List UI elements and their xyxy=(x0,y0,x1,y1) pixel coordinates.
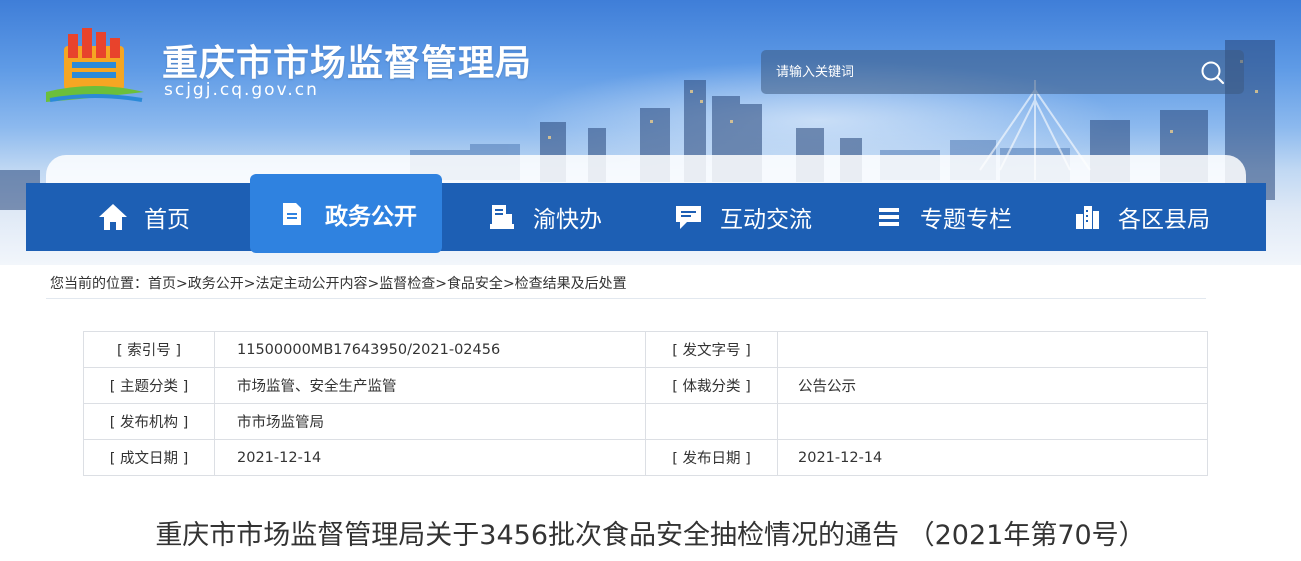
info-key: [ 发布机构 ] xyxy=(83,403,215,440)
nav-item-yukuaiban[interactable]: 渝快办 xyxy=(485,183,602,251)
breadcrumb-link-food-safety[interactable]: 食品安全 xyxy=(447,276,503,292)
nav-item-label: 各区县局 xyxy=(1118,207,1210,233)
table-row: [ 发布机构 ] 市市场监管局 xyxy=(83,403,1208,440)
nav-item-districts[interactable]: 各区县局 xyxy=(1070,183,1210,251)
info-value: 11500000MB17643950/2021-02456 xyxy=(214,331,646,368)
breadcrumb-separator: > xyxy=(435,276,447,292)
info-key: [ 成文日期 ] xyxy=(83,439,215,476)
nav-item-interaction[interactable]: 互动交流 xyxy=(672,183,812,251)
nav-item-label: 专题专栏 xyxy=(920,207,1012,233)
breadcrumb-divider xyxy=(46,298,1206,299)
buildings-icon xyxy=(1070,200,1104,234)
nav-item-topics[interactable]: 专题专栏 xyxy=(872,183,1012,251)
site-domain: scjgj.cq.gov.cn xyxy=(164,80,319,100)
info-key: [ 主题分类 ] xyxy=(83,367,215,404)
document-info-table: [ 索引号 ] 11500000MB17643950/2021-02456 [ … xyxy=(83,331,1208,476)
info-value: 市场监管、安全生产监管 xyxy=(214,367,646,404)
info-value: 市市场监管局 xyxy=(214,403,646,440)
search-box xyxy=(761,50,1244,94)
home-icon xyxy=(96,200,130,234)
search-input[interactable] xyxy=(761,50,1191,94)
breadcrumb-separator: > xyxy=(176,276,188,292)
info-value: 2021-12-14 xyxy=(777,439,1208,476)
document-icon xyxy=(275,197,309,231)
info-key: [ 发布日期 ] xyxy=(645,439,778,476)
nav-item-label: 渝快办 xyxy=(533,207,602,233)
chat-icon xyxy=(672,200,706,234)
info-value: 公告公示 xyxy=(777,367,1208,404)
site-title[interactable]: 重庆市市场监督管理局 xyxy=(162,34,532,86)
table-row: [ 索引号 ] 11500000MB17643950/2021-02456 [ … xyxy=(83,331,1208,368)
breadcrumb-link-home[interactable]: 首页 xyxy=(148,276,176,292)
table-row: [ 主题分类 ] 市场监管、安全生产监管 [ 体裁分类 ] 公告公示 xyxy=(83,367,1208,404)
nav-item-label: 政务公开 xyxy=(325,203,417,230)
breadcrumb-prefix: 您当前的位置： xyxy=(50,276,148,292)
info-value: 2021-12-14 xyxy=(214,439,646,476)
nav-item-gov-affairs[interactable]: 政务公开 xyxy=(250,174,442,253)
article-title: 重庆市市场监督管理局关于3456批次食品安全抽检情况的通告 （2021年第70号… xyxy=(155,520,1146,551)
info-value xyxy=(777,331,1208,368)
nav-item-label: 互动交流 xyxy=(720,207,812,233)
info-key xyxy=(645,403,778,440)
breadcrumb-link-supervision[interactable]: 监督检查 xyxy=(379,276,435,292)
info-key: [ 体裁分类 ] xyxy=(645,367,778,404)
breadcrumb-separator: > xyxy=(367,276,380,292)
breadcrumb-link-gov-affairs[interactable]: 政务公开 xyxy=(188,276,244,292)
agency-logo xyxy=(46,28,144,102)
list-icon xyxy=(872,200,906,234)
nav-item-home[interactable]: 首页 xyxy=(96,183,190,251)
search-icon[interactable] xyxy=(1199,59,1227,87)
breadcrumb: 您当前的位置：首页>政务公开>法定主动公开内容>监督检查>食品安全>检查结果及后… xyxy=(50,273,627,293)
info-key: [ 发文字号 ] xyxy=(645,331,778,368)
breadcrumb-link-statutory[interactable]: 法定主动公开内容 xyxy=(255,276,367,292)
breadcrumb-separator: > xyxy=(502,276,515,292)
service-icon xyxy=(485,200,519,234)
table-row: [ 成文日期 ] 2021-12-14 [ 发布日期 ] 2021-12-14 xyxy=(83,439,1208,476)
info-value xyxy=(777,403,1208,440)
nav-item-label: 首页 xyxy=(144,207,190,233)
breadcrumb-link-results[interactable]: 检查结果及后处置 xyxy=(515,276,627,292)
info-key: [ 索引号 ] xyxy=(83,331,215,368)
breadcrumb-separator: > xyxy=(243,276,256,292)
